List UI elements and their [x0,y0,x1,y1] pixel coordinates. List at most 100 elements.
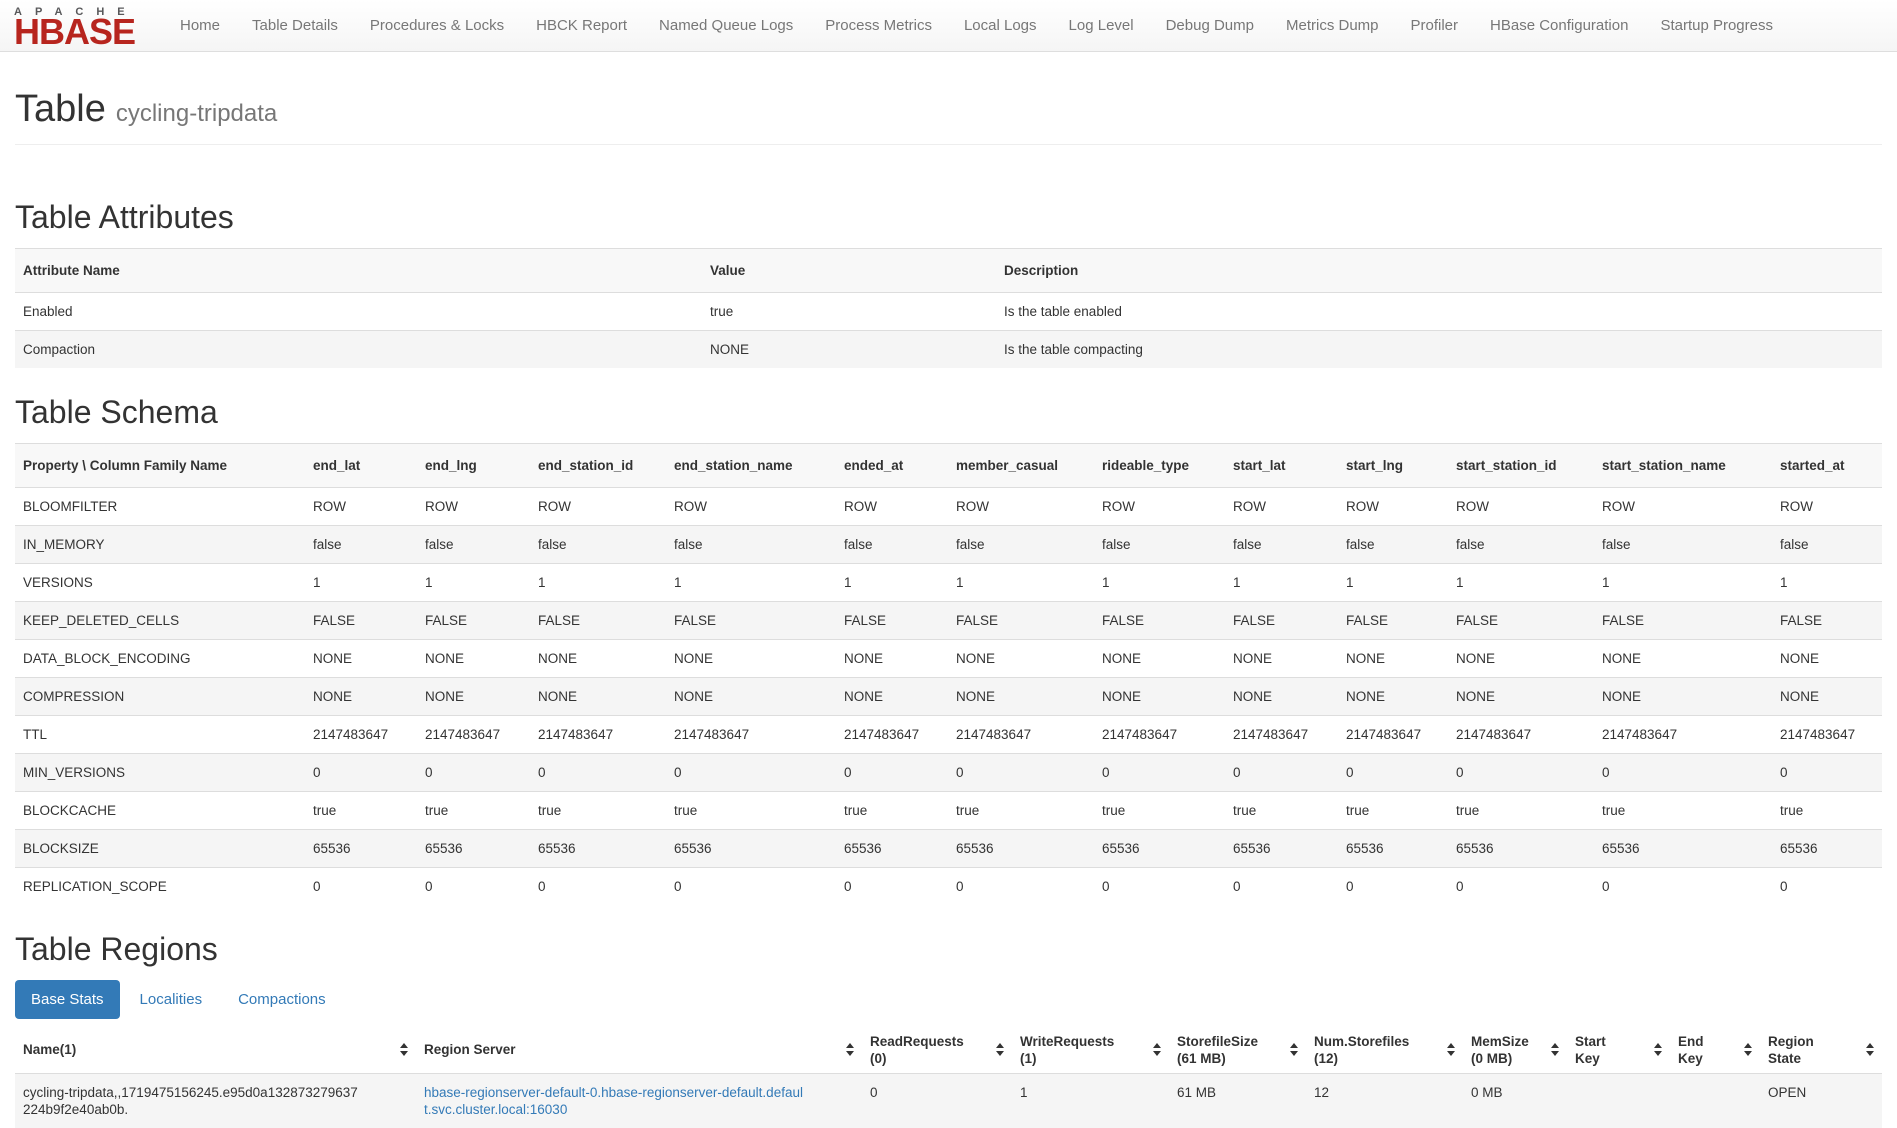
start-key-cell [1567,1073,1670,1128]
schema-value-cell: 2147483647 [1094,715,1225,753]
schema-value-cell: 0 [530,753,666,791]
schema-value-cell: 1 [1594,563,1772,601]
regions-col-name-1[interactable]: Name(1) [15,1027,416,1074]
schema-row-compression: COMPRESSIONNONENONENONENONENONENONENONEN… [15,677,1882,715]
sort-arrows-icon [1551,1043,1559,1056]
schema-value-cell: FALSE [1772,601,1882,639]
schema-property-cell: BLOCKCACHE [15,791,305,829]
attribute-name-cell: Enabled [15,292,702,330]
schema-value-cell: true [1094,791,1225,829]
regions-col-end-key[interactable]: End Key [1670,1027,1760,1074]
page-content: Tablecycling-tripdata Table Attributes A… [0,90,1897,1128]
schema-value-cell: ROW [417,487,530,525]
hbase-logo[interactable]: APACHE HBASE [14,6,144,45]
schema-row-blocksize: BLOCKSIZE6553665536655366553665536655366… [15,829,1882,867]
schema-value-cell: NONE [1772,677,1882,715]
schema-value-cell: ROW [1772,487,1882,525]
nav-link-table-details[interactable]: Table Details [236,17,354,34]
sort-up-icon [846,1043,854,1048]
nav-item: HBCK Report [520,17,643,34]
schema-value-cell: 2147483647 [417,715,530,753]
schema-value-cell: NONE [530,677,666,715]
nav-item: Metrics Dump [1270,17,1395,34]
nav-link-hbase-configuration[interactable]: HBase Configuration [1474,17,1644,34]
sort-down-icon [846,1051,854,1056]
regions-col-memsize-0-mb[interactable]: MemSize (0 MB) [1463,1027,1567,1074]
schema-property-cell: TTL [15,715,305,753]
schema-value-cell: false [948,525,1094,563]
sort-down-icon [1551,1051,1559,1056]
nav-link-log-level[interactable]: Log Level [1053,17,1150,34]
schema-table: Property \ Column Family Nameend_latend_… [15,443,1882,905]
header-cell-content: Region State [1768,1033,1874,1067]
schema-value-cell: 0 [1772,753,1882,791]
regions-col-readrequests-0[interactable]: ReadRequests (0) [862,1027,1012,1074]
schema-row-in-memory: IN_MEMORYfalsefalsefalsefalsefalsefalsef… [15,525,1882,563]
schema-row-blockcache: BLOCKCACHEtruetruetruetruetruetruetruetr… [15,791,1882,829]
schema-value-cell: ROW [666,487,836,525]
schema-value-cell: NONE [305,677,417,715]
page-title: Tablecycling-tripdata [15,90,1882,130]
nav-link-hbck-report[interactable]: HBCK Report [520,17,643,34]
schema-value-cell: FALSE [1338,601,1448,639]
regions-col-start-key[interactable]: Start Key [1567,1027,1670,1074]
tab-localities[interactable]: Localities [124,980,219,1019]
schema-value-cell: 0 [1594,867,1772,905]
end-key-cell [1670,1073,1760,1128]
sort-arrows-icon [846,1043,854,1056]
attributes-col-attribute-name: Attribute Name [15,248,702,292]
schema-row-replication-scope: REPLICATION_SCOPE000000000000 [15,867,1882,905]
schema-value-cell: FALSE [1594,601,1772,639]
nav-link-named-queue-logs[interactable]: Named Queue Logs [643,17,809,34]
schema-value-cell: 0 [948,867,1094,905]
attribute-name-cell: Compaction [15,330,702,368]
schema-property-cell: MIN_VERSIONS [15,753,305,791]
schema-value-cell: ROW [948,487,1094,525]
schema-value-cell: 0 [417,867,530,905]
schema-value-cell: 65536 [530,829,666,867]
nav-link-profiler[interactable]: Profiler [1395,17,1475,34]
schema-value-cell: ROW [1448,487,1594,525]
schema-value-cell: 0 [1094,867,1225,905]
regions-col-num-storefiles-12[interactable]: Num.Storefiles (12) [1306,1027,1463,1074]
nav-link-startup-progress[interactable]: Startup Progress [1644,17,1789,34]
nav-link-procedures-locks[interactable]: Procedures & Locks [354,17,520,34]
nav-link-local-logs[interactable]: Local Logs [948,17,1053,34]
schema-value-cell: 0 [666,753,836,791]
tab-base-stats[interactable]: Base Stats [15,980,120,1019]
schema-value-cell: NONE [836,677,948,715]
nav-link-home[interactable]: Home [164,17,236,34]
attributes-row: CompactionNONEIs the table compacting [15,330,1882,368]
regions-col-region-server[interactable]: Region Server [416,1027,862,1074]
nav-item: Profiler [1395,17,1475,34]
attribute-description-cell: Is the table compacting [996,330,1882,368]
region-name-cell: cycling-tripdata,,1719475156245.e95d0a13… [15,1073,416,1128]
schema-col-started-at: started_at [1772,443,1882,487]
regions-col-writerequests-1[interactable]: WriteRequests (1) [1012,1027,1169,1074]
schema-row-data-block-encoding: DATA_BLOCK_ENCODINGNONENONENONENONENONEN… [15,639,1882,677]
schema-value-cell: 2147483647 [1225,715,1338,753]
regions-col-label: WriteRequests (1) [1020,1033,1114,1067]
regions-col-region-state[interactable]: Region State [1760,1027,1882,1074]
regions-col-storefilesize-61-mb[interactable]: StorefileSize (61 MB) [1169,1027,1306,1074]
region-server-link[interactable]: hbase-regionserver-default-0.hbase-regio… [424,1084,810,1118]
schema-value-cell: false [1772,525,1882,563]
tab-item: Compactions [222,980,342,1019]
schema-value-cell: ROW [530,487,666,525]
schema-value-cell: FALSE [666,601,836,639]
header-cell-content: ReadRequests (0) [870,1033,1004,1067]
schema-value-cell: true [530,791,666,829]
schema-value-cell: false [305,525,417,563]
attributes-col-description: Description [996,248,1882,292]
nav-link-process-metrics[interactable]: Process Metrics [809,17,948,34]
attributes-header-row: Attribute NameValueDescription [15,248,1882,292]
region-server-cell: hbase-regionserver-default-0.hbase-regio… [416,1073,862,1128]
nav-link-debug-dump[interactable]: Debug Dump [1150,17,1270,34]
schema-value-cell: 65536 [417,829,530,867]
nav-item: Local Logs [948,17,1053,34]
schema-header-row: Property \ Column Family Nameend_latend_… [15,443,1882,487]
schema-value-cell: true [1225,791,1338,829]
nav-link-metrics-dump[interactable]: Metrics Dump [1270,17,1395,34]
schema-value-cell: NONE [666,677,836,715]
tab-compactions[interactable]: Compactions [222,980,342,1019]
